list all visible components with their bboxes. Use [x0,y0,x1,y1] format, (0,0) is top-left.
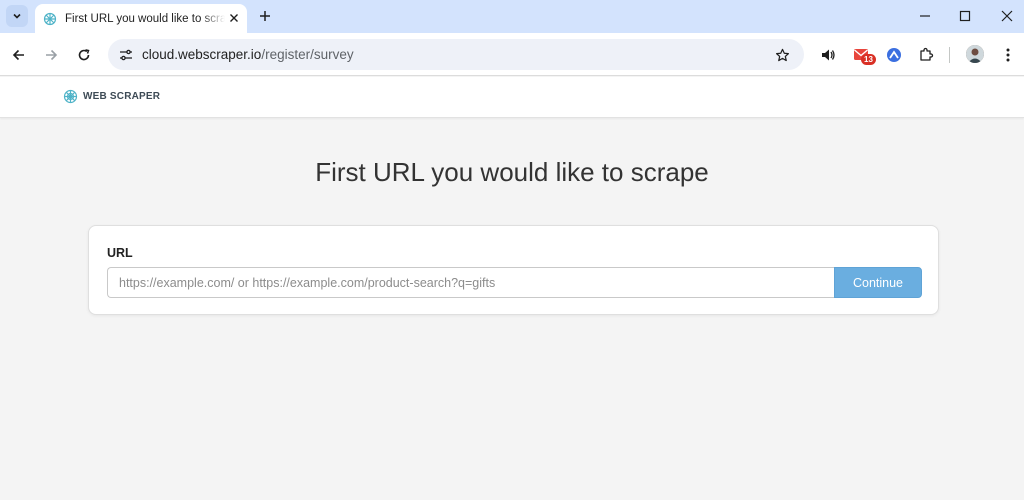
mail-extension-button[interactable]: 13 [851,44,876,66]
more-vertical-icon [1006,48,1010,62]
url-label: URL [107,246,133,260]
extension-circle-icon [887,48,901,62]
webscraper-logo-icon [63,89,78,104]
site-info-icon[interactable] [116,45,136,65]
bookmark-star-icon[interactable] [772,45,792,65]
continue-button[interactable]: Continue [834,267,922,298]
brand-link[interactable]: WEB SCRAPER [63,89,160,104]
webscraper-favicon-icon [43,12,57,26]
new-tab-button[interactable] [255,6,275,26]
url-input[interactable] [107,267,834,298]
plus-icon [260,11,270,21]
tab-strip: First URL you would like to scrape [0,0,1024,33]
tab-audio-button[interactable] [817,44,839,66]
vpn-extension-button[interactable] [883,44,905,66]
minimize-button[interactable] [914,5,936,27]
browser-menu-button[interactable] [997,44,1019,66]
close-icon [1001,10,1013,22]
back-button[interactable] [8,44,30,66]
chevron-down-icon [13,13,21,19]
extensions-button[interactable] [915,44,937,66]
site-header: WEB SCRAPER [0,77,1024,118]
reload-button[interactable] [73,44,95,66]
url-form-card: URL Continue [88,225,939,315]
browser-toolbar: cloud.webscraper.io/register/survey 13 [0,33,1024,76]
url-path: /register/survey [261,47,354,62]
puzzle-icon [920,47,934,61]
forward-button[interactable] [40,44,62,66]
user-avatar-icon [966,45,984,63]
mail-badge: 13 [861,54,876,65]
active-tab[interactable]: First URL you would like to scrape [35,4,247,33]
arrow-left-icon [12,49,24,61]
brand-name: WEB SCRAPER [83,91,161,102]
close-tab-icon[interactable] [227,11,241,25]
tab-title: First URL you would like to scrape [65,12,225,25]
address-bar[interactable]: cloud.webscraper.io/register/survey [108,39,804,70]
url-text: cloud.webscraper.io/register/survey [142,47,354,62]
maximize-icon [959,10,971,22]
reload-icon [78,49,90,61]
maximize-button[interactable] [954,5,976,27]
speaker-icon [822,49,835,61]
minimize-icon [920,15,930,17]
toolbar-divider [949,47,950,63]
arrow-right-icon [46,49,58,61]
tab-search-button[interactable] [6,5,28,27]
url-host: cloud.webscraper.io [142,47,262,62]
profile-avatar[interactable] [966,45,984,63]
page-title: First URL you would like to scrape [315,157,709,187]
close-window-button[interactable] [996,5,1018,27]
